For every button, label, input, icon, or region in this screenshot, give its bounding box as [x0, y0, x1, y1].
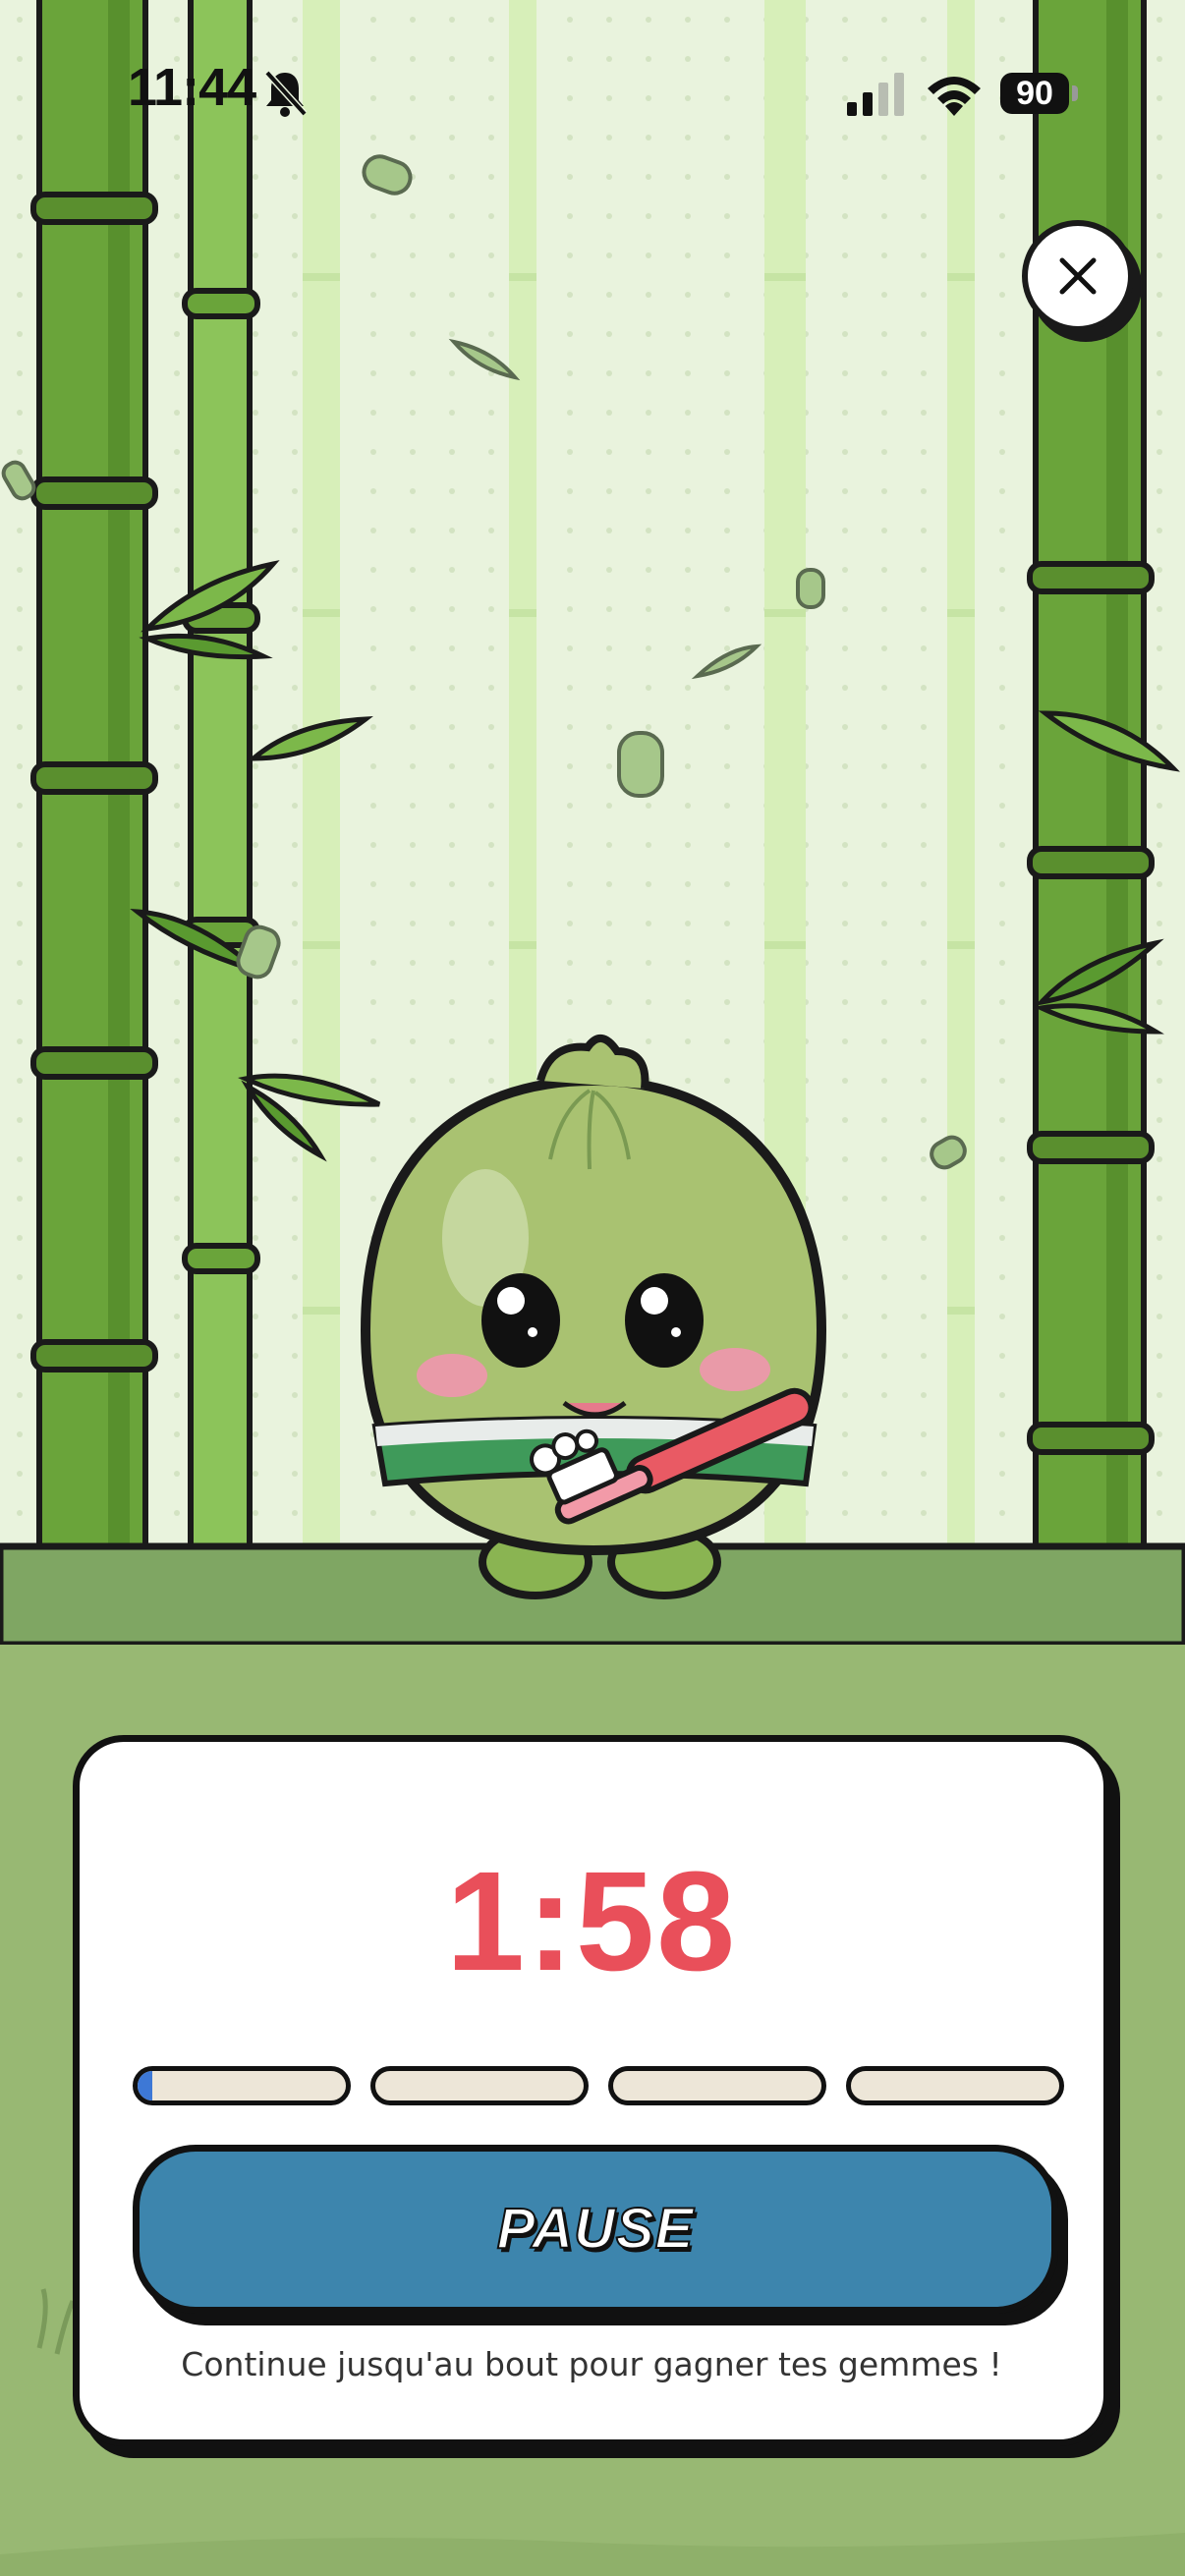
progress-segment [846, 2066, 1064, 2105]
bell-slash-icon [264, 70, 307, 117]
progress-segment [133, 2066, 351, 2105]
wifi-icon [928, 77, 981, 116]
pause-button-label: PAUSE [496, 2196, 695, 2262]
progress-segment [608, 2066, 826, 2105]
close-icon [1059, 257, 1097, 295]
cellular-signal-icon [847, 73, 904, 116]
battery-level: 90 [1016, 75, 1053, 112]
close-button[interactable] [1022, 220, 1134, 332]
pause-button[interactable]: PAUSE [133, 2145, 1058, 2314]
countdown-timer: 1:58 [445, 1842, 738, 2000]
status-bar: 11:44 90 [0, 0, 1185, 196]
status-time: 11:44 [128, 58, 256, 117]
progress-segment [370, 2066, 589, 2105]
progress-bar [133, 2066, 1064, 2105]
battery-icon: 90 [1000, 73, 1079, 114]
timer-card: 1:58 PAUSE Continue jusqu'au bout pour g… [73, 1735, 1110, 2446]
progress-segment-fill [138, 2071, 152, 2100]
hint-text: Continue jusqu'au bout pour gagner tes g… [181, 2345, 1002, 2383]
